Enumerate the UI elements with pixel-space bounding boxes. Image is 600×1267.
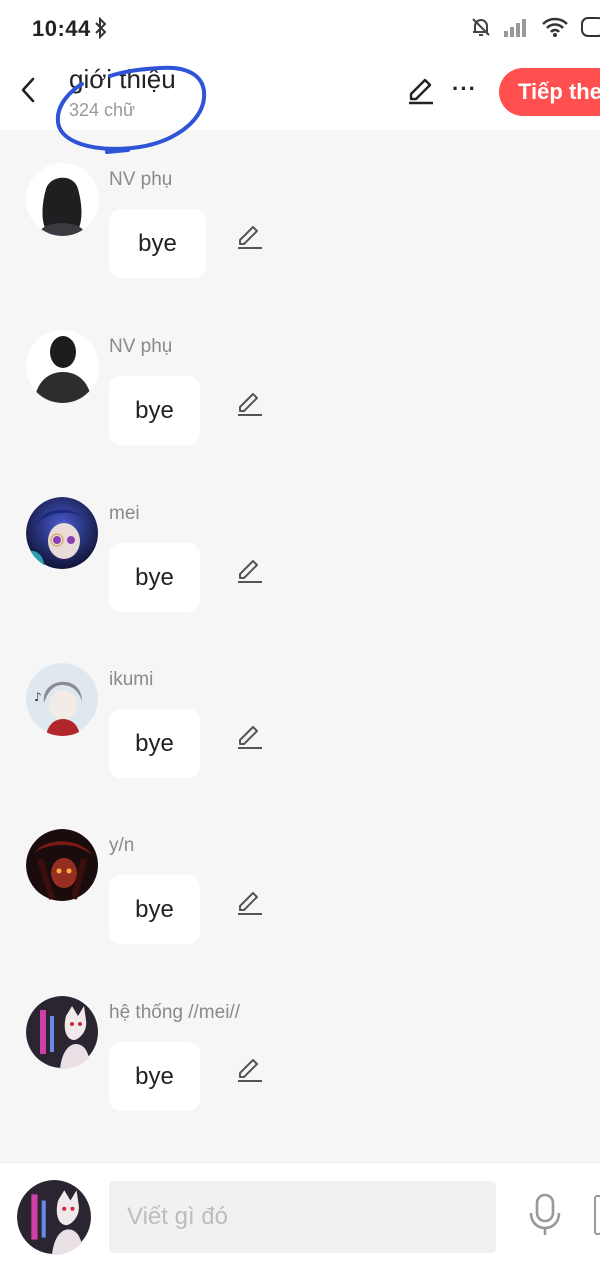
pencil-icon bbox=[238, 560, 262, 583]
message-item: NV phụ bye bbox=[0, 163, 600, 313]
back-button[interactable] bbox=[14, 72, 42, 108]
message-item: y/n bye bbox=[0, 829, 600, 979]
pencil-icon bbox=[238, 226, 262, 249]
pencil-icon bbox=[238, 393, 262, 416]
edit-message-button[interactable] bbox=[233, 223, 263, 256]
status-time: 10:44 bbox=[32, 16, 91, 41]
bluetooth-icon bbox=[94, 16, 108, 44]
wifi-icon bbox=[542, 17, 568, 42]
status-icons bbox=[470, 16, 600, 43]
svg-text:♪: ♪ bbox=[34, 690, 42, 704]
silhouette-short-hair-avatar bbox=[26, 330, 98, 403]
pencil-icon bbox=[409, 78, 433, 105]
page-title: giới thiệu bbox=[69, 64, 176, 94]
message-item: NV phụ bye bbox=[0, 330, 600, 480]
sender-name: mei bbox=[109, 503, 140, 524]
message-bubble[interactable]: bye bbox=[109, 875, 200, 944]
avatar[interactable] bbox=[26, 996, 99, 1069]
message-bubble[interactable]: bye bbox=[109, 376, 200, 445]
message-bubble[interactable]: bye bbox=[109, 543, 200, 612]
edit-message-button[interactable] bbox=[233, 889, 263, 922]
mute-bell-icon bbox=[470, 16, 492, 43]
sender-name: NV phụ bbox=[109, 169, 173, 190]
message-item: mei bye bbox=[0, 497, 600, 647]
sender-name: y/n bbox=[109, 835, 135, 856]
message-item: ♪ ikumi bye bbox=[0, 663, 600, 813]
pencil-icon bbox=[238, 1059, 262, 1082]
avatar[interactable]: ♪ bbox=[26, 663, 99, 736]
signal-icon bbox=[504, 17, 530, 42]
message-bubble[interactable]: bye bbox=[109, 209, 206, 278]
speaker-avatar[interactable] bbox=[17, 1180, 92, 1255]
message-bubble[interactable]: bye bbox=[109, 709, 200, 778]
avatar[interactable] bbox=[26, 497, 99, 570]
battery-icon bbox=[580, 16, 600, 43]
edit-message-button[interactable] bbox=[233, 390, 263, 423]
anime-red-dark-avatar bbox=[26, 829, 98, 901]
sender-name: NV phụ bbox=[109, 336, 173, 357]
composer-bar: Viết gì đó bbox=[0, 1162, 600, 1267]
message-input[interactable]: Viết gì đó bbox=[109, 1181, 496, 1253]
avatar[interactable] bbox=[26, 163, 99, 236]
more-options-icon[interactable]: ··· bbox=[452, 76, 477, 102]
pencil-icon bbox=[238, 726, 262, 749]
anime-dark-blue-avatar bbox=[26, 497, 98, 570]
avatar[interactable] bbox=[26, 330, 99, 403]
edit-title-button[interactable] bbox=[406, 76, 436, 111]
avatar[interactable] bbox=[26, 829, 99, 902]
edit-message-button[interactable] bbox=[233, 1056, 263, 1089]
edit-message-button[interactable] bbox=[233, 723, 263, 756]
keyboard-toggle-icon[interactable] bbox=[594, 1195, 600, 1235]
silhouette-long-hair-avatar bbox=[26, 163, 98, 236]
pencil-icon bbox=[238, 892, 262, 915]
word-count: 324 chữ bbox=[69, 100, 136, 120]
microphone-button[interactable] bbox=[528, 1193, 562, 1242]
sender-name: ikumi bbox=[109, 669, 154, 690]
anime-grey-hair-avatar: ♪ bbox=[26, 663, 98, 736]
anime-neon-system-avatar bbox=[17, 1180, 91, 1255]
anime-neon-system-avatar bbox=[26, 996, 98, 1069]
sender-name: hệ thống //mei// bbox=[109, 1002, 240, 1023]
chevron-left-icon bbox=[21, 77, 35, 103]
next-button[interactable]: Tiếp theo bbox=[499, 68, 600, 116]
status-bar: 10:44 bbox=[0, 0, 600, 58]
edit-message-button[interactable] bbox=[233, 557, 263, 590]
microphone-icon bbox=[529, 1193, 561, 1235]
message-item: hệ thống //mei// bye bbox=[0, 996, 600, 1146]
header: giới thiệu 324 chữ ··· Tiếp theo bbox=[0, 58, 600, 130]
message-bubble[interactable]: bye bbox=[109, 1042, 200, 1111]
